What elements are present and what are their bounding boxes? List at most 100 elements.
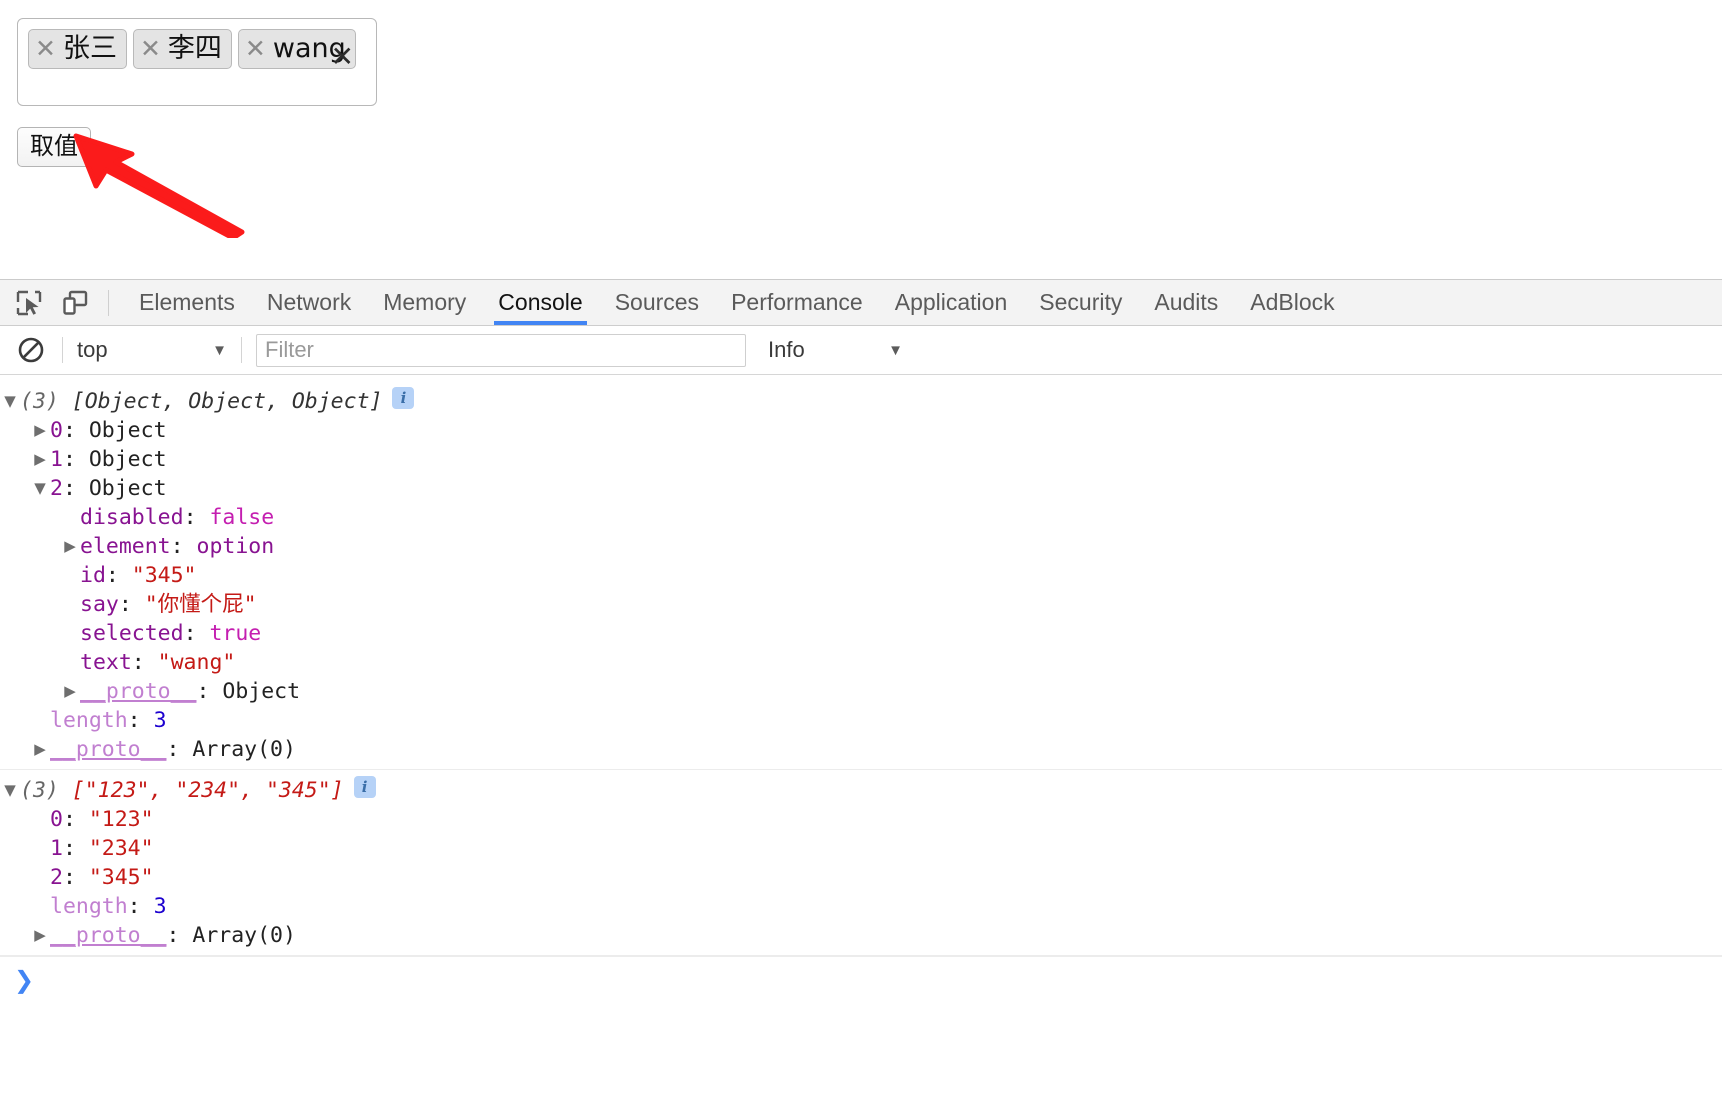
tab-elements[interactable]: Elements [123,280,251,325]
log-level-value: Info [768,337,805,362]
tab-adblock[interactable]: AdBlock [1234,280,1350,325]
property-separator: : [183,621,210,646]
property-key[interactable]: __proto__ [50,921,167,950]
disclosure-triangle-icon[interactable]: ▶ [60,532,80,561]
devtools-panel: Elements Network Memory Console Sources … [0,279,1722,1105]
property-value: Array(0) [192,923,296,948]
property-separator: : [62,418,89,443]
info-badge-icon[interactable]: i [353,776,376,798]
console-filter-bar: top ▼ Info ▼ [0,326,1722,375]
disclosure-triangle-icon[interactable]: ▶ [30,445,50,474]
chip-label: 张三 [62,33,117,64]
tag-chip[interactable]: ✕ 李四 [132,29,232,69]
property-key: length [50,708,128,733]
console-property-row[interactable]: ▶ __proto__: Object [0,677,1722,706]
chip-remove-icon[interactable]: ✕ [140,32,161,65]
property-value: "345" [131,563,197,588]
disclosure-triangle-icon[interactable]: ▶ [30,416,50,445]
console-property-row[interactable]: ▶ element: option [0,532,1722,561]
property-value: Object [88,476,167,501]
console-property-row[interactable]: ▶ 0: Object [0,416,1722,445]
filter-input[interactable] [256,333,746,367]
chip-remove-icon[interactable]: ✕ [35,32,56,65]
take-value-button[interactable]: 取值 [17,127,91,167]
console-property-row[interactable]: ▶ 1: Object [0,445,1722,474]
property-key: 1 [50,447,63,472]
console-message-group: ▼ (3) [Object, Object, Object] i ▶ 0: Object… [0,381,1722,770]
property-separator: : [105,563,132,588]
disclosure-triangle-icon[interactable]: ▼ [0,387,20,416]
disclosure-triangle-icon[interactable]: ▶ [60,677,80,706]
multi-select-tag-box[interactable]: ✕ 张三 ✕ 李四 ✕ wang ✕ [17,18,377,106]
chip-list: ✕ 张三 ✕ 李四 ✕ wang [28,27,366,73]
console-property-row[interactable]: ▼ 2: Object [0,474,1722,503]
tab-memory[interactable]: Memory [367,280,482,325]
chip-remove-icon[interactable]: ✕ [245,32,266,65]
console-property-row: text: "wang" [0,648,1722,677]
console-prompt[interactable]: ❯ [0,956,1722,1002]
property-key: length [50,894,128,919]
tag-chip[interactable]: ✕ 张三 [28,29,127,69]
tab-console[interactable]: Console [482,280,598,325]
tab-security[interactable]: Security [1023,280,1138,325]
property-value: Object [222,679,301,704]
disclosure-triangle-icon[interactable]: ▶ [30,921,50,950]
property-key: id [80,563,106,588]
array-count: (3) [20,778,59,803]
property-separator: : [127,708,154,733]
property-value: false [209,505,275,530]
property-separator: : [62,807,89,832]
console-property-row: 2: "345" [0,863,1722,892]
execution-context-value: top [77,337,108,362]
console-property-row: disabled: false [0,503,1722,532]
property-separator: : [131,650,158,675]
property-separator: : [118,592,145,617]
property-key[interactable]: __proto__ [80,677,197,706]
disclosure-triangle-icon[interactable]: ▶ [30,735,50,764]
property-key[interactable]: __proto__ [50,735,167,764]
tab-network[interactable]: Network [251,280,367,325]
console-property-row: length: 3 [0,706,1722,735]
property-separator: : [166,737,193,762]
console-message-header[interactable]: ▼ (3) ["123", "234", "345"] i [0,776,1722,805]
property-key: text [80,650,132,675]
property-separator: : [183,505,210,530]
tab-sources[interactable]: Sources [599,280,715,325]
tab-performance[interactable]: Performance [715,280,879,325]
console-output: ▼ (3) [Object, Object, Object] i ▶ 0: Object… [0,375,1722,956]
property-value: "你懂个屁" [144,592,257,617]
web-page-content: ✕ 张三 ✕ 李四 ✕ wang ✕ 取值 [0,0,1722,280]
console-property-row: id: "345" [0,561,1722,590]
disclosure-triangle-icon[interactable]: ▼ [30,474,50,503]
prompt-chevron-icon: ❯ [14,965,35,994]
console-property-row: say: "你懂个屁" [0,590,1722,619]
info-badge-icon[interactable]: i [392,387,415,409]
console-property-row[interactable]: ▶ __proto__: Array(0) [0,735,1722,764]
property-key: 2 [50,476,63,501]
property-value: "345" [88,865,154,890]
property-key: 1 [50,836,63,861]
console-message-header[interactable]: ▼ (3) [Object, Object, Object] i [0,387,1722,416]
console-property-row: 1: "234" [0,834,1722,863]
property-value: "234" [88,836,154,861]
clear-all-icon[interactable]: ✕ [331,43,354,71]
tab-application[interactable]: Application [879,280,1024,325]
console-prompt-input[interactable] [44,963,1722,996]
property-value: Array(0) [192,737,296,762]
inspect-element-icon[interactable] [12,286,46,320]
log-level-select[interactable]: Info ▼ [768,337,903,363]
tab-audits[interactable]: Audits [1138,280,1234,325]
array-count: (3) [20,389,59,414]
filterbar-divider-2 [241,337,242,363]
property-separator: : [166,923,193,948]
toolbar-divider [108,289,109,316]
execution-context-select[interactable]: top ▼ [77,337,227,363]
device-toolbar-icon[interactable] [58,286,92,320]
disclosure-triangle-icon[interactable]: ▼ [0,776,20,805]
property-separator: : [196,679,223,704]
property-key: 2 [50,865,63,890]
clear-console-icon[interactable] [14,333,48,367]
property-key: 0 [50,807,63,832]
console-property-row[interactable]: ▶ __proto__: Array(0) [0,921,1722,950]
array-preview: [Object, Object, Object] [71,389,383,414]
